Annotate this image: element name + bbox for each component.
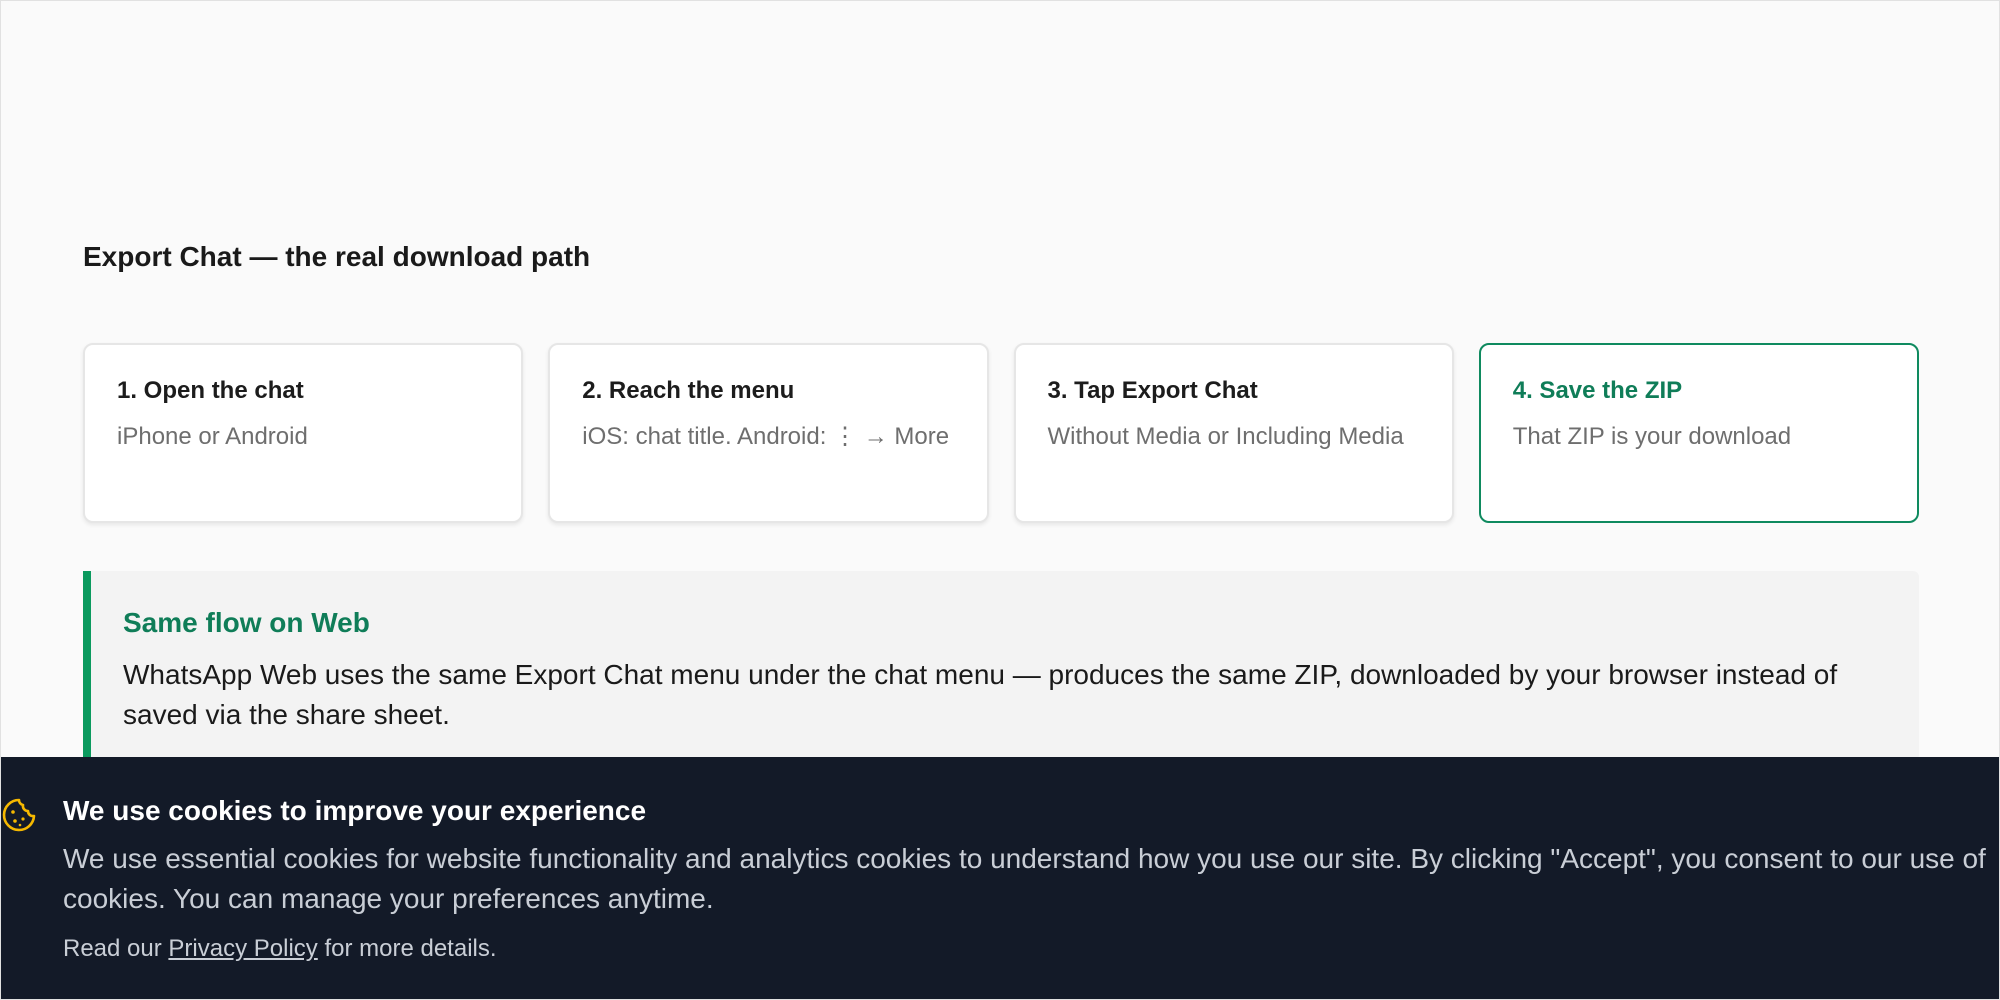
page: Export Chat — the real download path 1. … (0, 0, 2000, 1000)
step-description: iOS: chat title. Android: ⋮ → More (582, 423, 950, 450)
cookie-icon (1, 797, 37, 833)
footer-suffix: for more details. (324, 935, 497, 962)
step-description: iPhone or Android (117, 423, 308, 450)
step-title: 2. Reach the menu (582, 377, 795, 404)
step-card-open-chat: 1. Open the chat iPhone or Android (83, 343, 524, 523)
step-description: Without Media or Including Media (1047, 423, 1404, 450)
note-title: Same flow on Web (123, 607, 370, 638)
footer-prefix: Read our (63, 935, 162, 962)
cookie-banner-text: We use essential cookies for website fun… (63, 843, 1986, 914)
step-description: That ZIP is your download (1512, 423, 1792, 450)
privacy-policy-link[interactable]: Privacy Policy (168, 935, 317, 962)
steps-row: 1. Open the chat iPhone or Android 2. Re… (83, 343, 1919, 523)
step-card-export-chat: 3. Tap Export Chat Without Media or Incl… (1013, 343, 1454, 523)
step-card-save-zip: 4. Save the ZIP That ZIP is your downloa… (1478, 343, 1919, 523)
step-card-reach-menu: 2. Reach the menu iOS: chat title. Andro… (548, 343, 989, 523)
step-title: 4. Save the ZIP (1512, 377, 1683, 404)
step-title: 1. Open the chat (117, 377, 304, 404)
cookie-banner: We use cookies to improve your experienc… (1, 757, 1999, 999)
cookie-banner-footer: Read our Privacy Policy for more details… (63, 935, 497, 963)
cookie-banner-title: We use cookies to improve your experienc… (63, 795, 647, 826)
step-title: 3. Tap Export Chat (1047, 377, 1258, 404)
web-flow-note: Same flow on Web WhatsApp Web uses the s… (83, 571, 1919, 761)
section-title: Export Chat — the real download path (83, 241, 591, 272)
note-body: WhatsApp Web uses the same Export Chat m… (123, 659, 1838, 730)
